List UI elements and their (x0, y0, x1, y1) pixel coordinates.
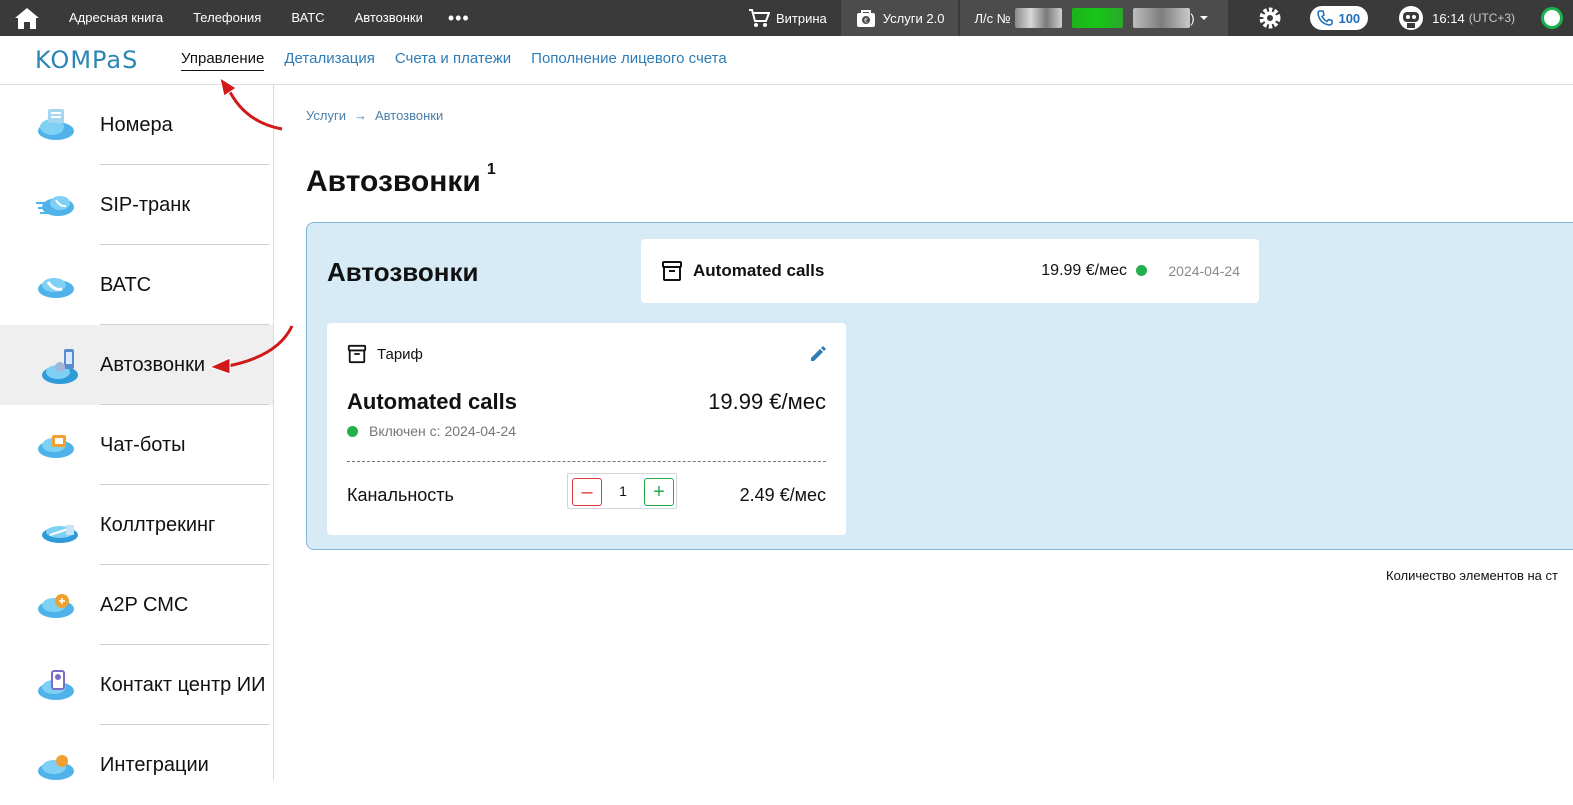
account-number-redacted (1071, 8, 1124, 28)
cloud-sms-icon (38, 594, 74, 618)
sidebar-item-ai-contact-center[interactable]: Контакт центр ИИ (0, 645, 273, 725)
tariff-card: Тариф Automated calls 19.99 €/мес Включе… (327, 323, 846, 535)
top-nav-address-book[interactable]: Адресная книга (54, 0, 178, 36)
active-status-dot (1136, 265, 1147, 276)
page-title-text: Автозвонки (306, 165, 481, 198)
panel-title: Автозвонки (327, 257, 479, 287)
breadcrumb-separator: → (353, 108, 367, 123)
services-button[interactable]: € Услуги 2.0 (840, 0, 959, 36)
increase-button[interactable]: + (644, 478, 674, 506)
sidebar-item-autocalls[interactable]: Автозвонки (0, 325, 273, 405)
top-nav-telephony[interactable]: Телефония (178, 0, 276, 36)
home-icon (15, 8, 39, 29)
cloud-autocalls-icon (42, 349, 78, 384)
calls-counter[interactable]: 100 (1310, 6, 1369, 30)
services-label: Услуги 2.0 (882, 10, 945, 26)
sidebar-item-label: A2P СМС (100, 593, 189, 616)
robot-avatar-icon (1399, 6, 1424, 30)
account-prefix: Л/с № (974, 10, 1011, 26)
sidebar-item-integrations[interactable]: Интеграции (0, 725, 273, 805)
active-status-dot (347, 426, 358, 437)
service-summary-card[interactable]: Automated calls 19.99 €/мес 2024-04-24 (641, 239, 1259, 303)
service-panel: Автозвонки Automated calls 19.99 €/мес 2… (306, 222, 1573, 550)
channels-label: Канальность (347, 485, 454, 505)
sidebar-item-label: ВАТС (100, 273, 152, 296)
account-suffix: ) (1190, 10, 1195, 26)
showcase-label: Витрина (776, 10, 827, 26)
gear-icon (1259, 7, 1281, 29)
tariff-label: Тариф (377, 346, 423, 363)
decrease-button[interactable]: – (572, 478, 602, 506)
sidebar-item-label: Контакт центр ИИ (100, 673, 266, 696)
home-button[interactable] (0, 0, 54, 36)
cloud-ai-center-icon (38, 670, 74, 700)
edit-pencil-icon[interactable] (808, 344, 828, 364)
sub-navigation-bar: KOMPaS Управление Детализация Счета и пл… (0, 36, 1573, 85)
items-per-page-label: Количество элементов на ст (1386, 568, 1558, 583)
clock-timezone: (UTC+3) (1468, 11, 1516, 25)
account-number-redacted (1014, 8, 1062, 28)
sidebar-item-chatbots[interactable]: Чат-боты (0, 405, 273, 485)
calls-count: 100 (1338, 10, 1361, 26)
cloud-vats-icon (38, 278, 74, 298)
sidebar-item-label: Интеграции (100, 753, 209, 776)
account-number-redacted (1133, 8, 1191, 28)
breadcrumb: Услуги → Автозвонки (306, 108, 443, 123)
channels-quantity-stepper: – 1 + (567, 473, 677, 509)
sidebar-item-label: Чат-боты (100, 433, 186, 456)
sidebar-item-label: Коллтрекинг (100, 513, 216, 536)
sidebar-item-sip-trunk[interactable]: SIP-транк (0, 165, 273, 245)
cloud-integrations-icon (38, 755, 74, 780)
summary-price: 19.99 €/мес (1041, 262, 1127, 279)
more-menu-button[interactable]: ••• (438, 0, 480, 36)
archive-box-icon (347, 344, 367, 364)
kompas-logo[interactable]: KOMPaS (35, 46, 181, 74)
top-bar: Адресная книга Телефония ВАТС Автозвонки… (0, 0, 1573, 36)
settings-button[interactable] (1228, 0, 1310, 36)
top-nav-autocalls[interactable]: Автозвонки (340, 0, 438, 36)
svg-text:€: € (864, 18, 868, 25)
cloud-calltracking-icon (42, 525, 78, 543)
cart-icon (749, 9, 770, 27)
breadcrumb-current[interactable]: Автозвонки (375, 108, 443, 123)
services-bag-icon: € (856, 10, 875, 27)
top-nav: Адресная книга Телефония ВАТС Автозвонки… (54, 0, 480, 36)
summary-service-name: Automated calls (693, 261, 825, 280)
subnav-management[interactable]: Управление (181, 50, 265, 71)
channels-price: 2.49 €/мес (739, 485, 826, 505)
online-status-indicator (1541, 7, 1564, 29)
page-title: Автозвонки 1 (306, 161, 496, 199)
tariff-name: Automated calls (347, 389, 517, 414)
phone-icon (1317, 10, 1334, 26)
cloud-chatbots-icon (38, 435, 74, 458)
sidebar-item-calltracking[interactable]: Коллтрекинг (0, 485, 273, 565)
sidebar-item-label: Автозвонки (100, 353, 206, 376)
account-selector[interactable]: Л/с № ) (960, 0, 1229, 36)
sidebar-item-a2p-sms[interactable]: A2P СМС (0, 565, 273, 645)
subnav-invoices-payments[interactable]: Счета и платежи (395, 50, 511, 70)
summary-date: 2024-04-24 (1168, 263, 1240, 279)
cloud-numbers-icon (38, 109, 74, 140)
dashed-divider (347, 461, 826, 462)
page-title-count: 1 (486, 161, 496, 178)
sidebar-item-numbers[interactable]: Номера (0, 85, 273, 165)
breadcrumb-root[interactable]: Услуги (306, 108, 346, 123)
user-clock[interactable]: 16:14 (UTC+3) (1398, 5, 1564, 31)
quantity-value[interactable]: 1 (608, 483, 638, 499)
sidebar-item-label: SIP-транк (100, 193, 191, 216)
tariff-price: 19.99 €/мес (708, 389, 826, 414)
sidebar-item-label: Номера (100, 113, 173, 136)
chevron-down-icon (1199, 16, 1208, 20)
archive-box-icon (662, 261, 682, 281)
cloud-sip-icon (36, 196, 74, 216)
sidebar-item-vats[interactable]: ВАТС (0, 245, 273, 325)
top-nav-vats[interactable]: ВАТС (276, 0, 339, 36)
showcase-button[interactable]: Витрина (734, 0, 841, 36)
sidebar: Номера SIP-транк ВАТС Автозвонки Чат-бот… (0, 85, 274, 780)
subnav-balance-topup[interactable]: Пополнение лицевого счета (531, 50, 727, 70)
subnav-details[interactable]: Детализация (284, 50, 375, 70)
tariff-status: Включен с: 2024-04-24 (369, 423, 517, 439)
clock-time: 16:14 (1432, 10, 1465, 26)
